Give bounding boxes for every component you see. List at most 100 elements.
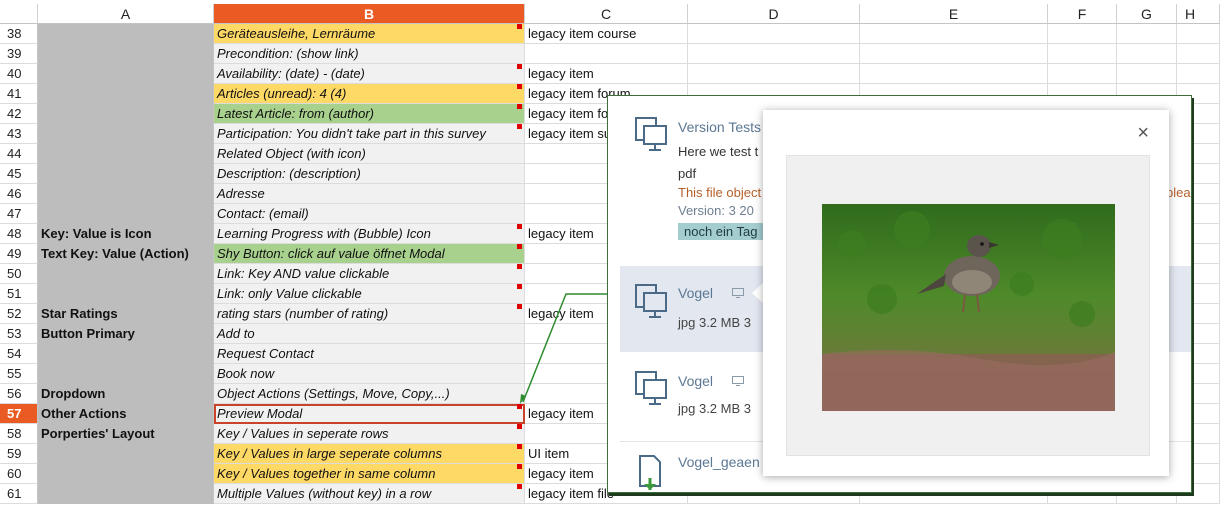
cell-b[interactable]: Link: Key AND value clickable — [214, 264, 525, 284]
cell-a[interactable]: Dropdown — [38, 384, 214, 404]
column-header-e[interactable]: E — [860, 4, 1048, 24]
cell-a[interactable] — [38, 484, 214, 504]
comment-marker[interactable] — [517, 124, 522, 129]
cell-b[interactable]: Precondition: (show link) — [214, 44, 525, 64]
row-number[interactable]: 56 — [0, 384, 38, 404]
cell-c[interactable]: legacy item course — [525, 24, 688, 44]
cell-b[interactable]: Shy Button: click auf value öffnet Modal — [214, 244, 525, 264]
cell-g[interactable] — [1117, 64, 1177, 84]
cell-a[interactable] — [38, 164, 214, 184]
cell-a[interactable]: Key: Value is Icon — [38, 224, 214, 244]
row-number[interactable]: 60 — [0, 464, 38, 484]
row-number[interactable]: 50 — [0, 264, 38, 284]
comment-marker[interactable] — [517, 304, 522, 309]
cell-b[interactable]: Key / Values in large seperate columns — [214, 444, 525, 464]
cell-b[interactable]: Contact: (email) — [214, 204, 525, 224]
cell-b[interactable]: Link: only Value clickable — [214, 284, 525, 304]
column-header-d[interactable]: D — [688, 4, 860, 24]
cell-a[interactable] — [38, 364, 214, 384]
cell-f[interactable] — [1048, 44, 1117, 64]
row-number[interactable]: 52 — [0, 304, 38, 324]
cell-b[interactable]: Key / Values in seperate rows — [214, 424, 525, 444]
cell-h[interactable] — [1177, 44, 1220, 64]
comment-marker[interactable] — [517, 224, 522, 229]
cell-b[interactable]: Geräteausleihe, Lernräume — [214, 24, 525, 44]
cell-b[interactable]: Participation: You didn't take part in t… — [214, 124, 525, 144]
cell-a[interactable] — [38, 284, 214, 304]
column-header-g[interactable]: G — [1117, 4, 1177, 24]
cell-b[interactable]: Articles (unread): 4 (4) — [214, 84, 525, 104]
item-tag[interactable]: noch ein Tag — [678, 223, 764, 240]
row-number[interactable]: 44 — [0, 144, 38, 164]
row-number[interactable]: 53 — [0, 324, 38, 344]
cell-b[interactable]: rating stars (number of rating) — [214, 304, 525, 324]
item-title[interactable]: Vogel_geaen — [678, 454, 760, 470]
comment-marker[interactable] — [517, 404, 522, 409]
cell-a[interactable] — [38, 264, 214, 284]
row-number[interactable]: 59 — [0, 444, 38, 464]
comment-marker[interactable] — [517, 104, 522, 109]
cell-d[interactable] — [688, 44, 860, 64]
cell-a[interactable] — [38, 144, 214, 164]
cell-e[interactable] — [860, 24, 1048, 44]
row-number[interactable]: 49 — [0, 244, 38, 264]
cell-b[interactable]: Preview Modal — [214, 404, 525, 424]
cell-e[interactable] — [860, 44, 1048, 64]
cell-b[interactable]: Adresse — [214, 184, 525, 204]
cell-d[interactable] — [688, 24, 860, 44]
row-number[interactable]: 43 — [0, 124, 38, 144]
cell-g[interactable] — [1117, 24, 1177, 44]
cell-a[interactable] — [38, 344, 214, 364]
comment-marker[interactable] — [517, 484, 522, 489]
row-number[interactable]: 54 — [0, 344, 38, 364]
comment-marker[interactable] — [517, 284, 522, 289]
row-number[interactable]: 58 — [0, 424, 38, 444]
cell-a[interactable]: Porperties' Layout — [38, 424, 214, 444]
cell-a[interactable]: Text Key: Value (Action) — [38, 244, 214, 264]
column-header-b[interactable]: B — [214, 4, 525, 24]
row-number[interactable]: 41 — [0, 84, 38, 104]
cell-h[interactable] — [1177, 64, 1220, 84]
item-title[interactable]: Version Tests — [678, 119, 761, 135]
item-title[interactable]: Vogel — [678, 373, 713, 389]
comment-marker[interactable] — [517, 264, 522, 269]
row-number[interactable]: 51 — [0, 284, 38, 304]
column-header-f[interactable]: F — [1048, 4, 1117, 24]
cell-b[interactable]: Book now — [214, 364, 525, 384]
corner-cell[interactable] — [0, 4, 38, 24]
cell-a[interactable] — [38, 64, 214, 84]
column-header-a[interactable]: A — [38, 4, 214, 24]
cell-f[interactable] — [1048, 64, 1117, 84]
comment-marker[interactable] — [517, 64, 522, 69]
row-number[interactable]: 48 — [0, 224, 38, 244]
column-header-h[interactable]: H — [1177, 4, 1220, 24]
cell-a[interactable] — [38, 464, 214, 484]
row-number[interactable]: 46 — [0, 184, 38, 204]
cell-c[interactable] — [525, 44, 688, 64]
comment-marker[interactable] — [517, 24, 522, 29]
cell-b[interactable]: Key / Values together in same column — [214, 464, 525, 484]
cell-a[interactable] — [38, 444, 214, 464]
cell-b[interactable]: Multiple Values (without key) in a row — [214, 484, 525, 504]
cell-c[interactable]: legacy item — [525, 64, 688, 84]
cell-f[interactable] — [1048, 24, 1117, 44]
column-header-c[interactable]: C — [525, 4, 688, 24]
cell-b[interactable]: Description: (description) — [214, 164, 525, 184]
row-number[interactable]: 38 — [0, 24, 38, 44]
cell-b[interactable]: Request Contact — [214, 344, 525, 364]
cell-b[interactable]: Related Object (with icon) — [214, 144, 525, 164]
cell-a[interactable] — [38, 104, 214, 124]
cell-a[interactable]: Star Ratings — [38, 304, 214, 324]
row-number[interactable]: 39 — [0, 44, 38, 64]
comment-marker[interactable] — [517, 424, 522, 429]
cell-a[interactable] — [38, 24, 214, 44]
cell-b[interactable]: Object Actions (Settings, Move, Copy,...… — [214, 384, 525, 404]
cell-a[interactable]: Other Actions — [38, 404, 214, 424]
row-number[interactable]: 55 — [0, 364, 38, 384]
preview-icon[interactable] — [732, 376, 744, 386]
comment-marker[interactable] — [517, 444, 522, 449]
cell-b[interactable]: Learning Progress with (Bubble) Icon — [214, 224, 525, 244]
row-number[interactable]: 61 — [0, 484, 38, 504]
comment-marker[interactable] — [517, 464, 522, 469]
row-number[interactable]: 40 — [0, 64, 38, 84]
